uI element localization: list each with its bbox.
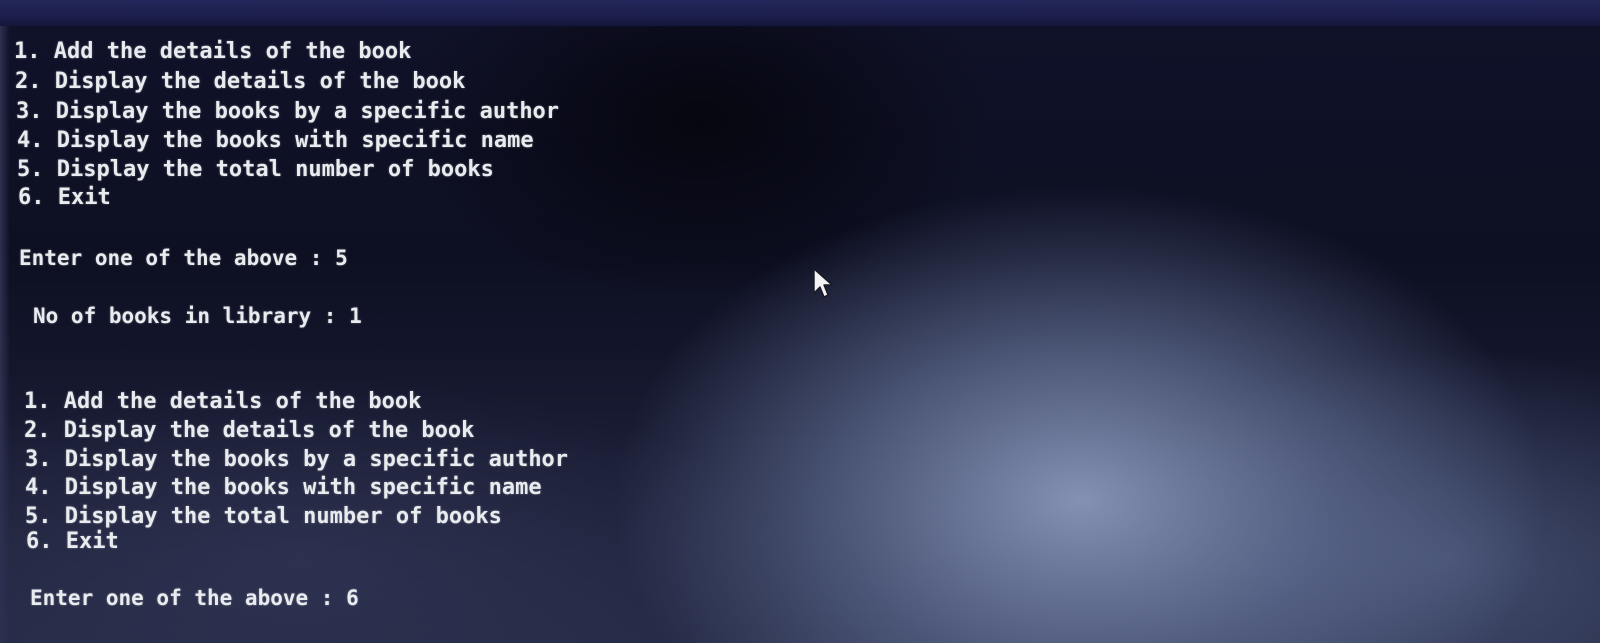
menu-item-display-details: 2. Display the details of the book	[15, 69, 466, 94]
menu-item-display-by-author-2: 3. Display the books by a specific autho…	[25, 447, 569, 472]
menu-item-exit-2: 6. Exit	[26, 529, 119, 554]
menu-item-add-details-2: 1. Add the details of the book	[24, 389, 422, 414]
menu-item-add-details: 1. Add the details of the book	[14, 39, 412, 64]
menu-item-exit: 6. Exit	[18, 185, 111, 210]
menu-item-display-by-name: 4. Display the books with specific name	[17, 128, 534, 153]
mouse-pointer-icon	[813, 268, 833, 298]
monitor-bezel-left	[0, 26, 10, 643]
menu-item-total-books: 5. Display the total number of books	[17, 157, 494, 182]
input-prompt-second: Enter one of the above : 6	[30, 586, 359, 610]
result-book-count: No of books in library : 1	[33, 304, 362, 328]
menu-item-total-books-2: 5. Display the total number of books	[25, 504, 502, 529]
menu-item-display-details-2: 2. Display the details of the book	[24, 418, 475, 443]
monitor-bezel-top	[0, 0, 1600, 26]
menu-item-display-by-name-2: 4. Display the books with specific name	[25, 475, 542, 500]
input-prompt-first: Enter one of the above : 5	[19, 246, 348, 270]
console-screen: 1. Add the details of the book 2. Displa…	[0, 0, 1600, 643]
menu-item-display-by-author: 3. Display the books by a specific autho…	[16, 99, 560, 124]
